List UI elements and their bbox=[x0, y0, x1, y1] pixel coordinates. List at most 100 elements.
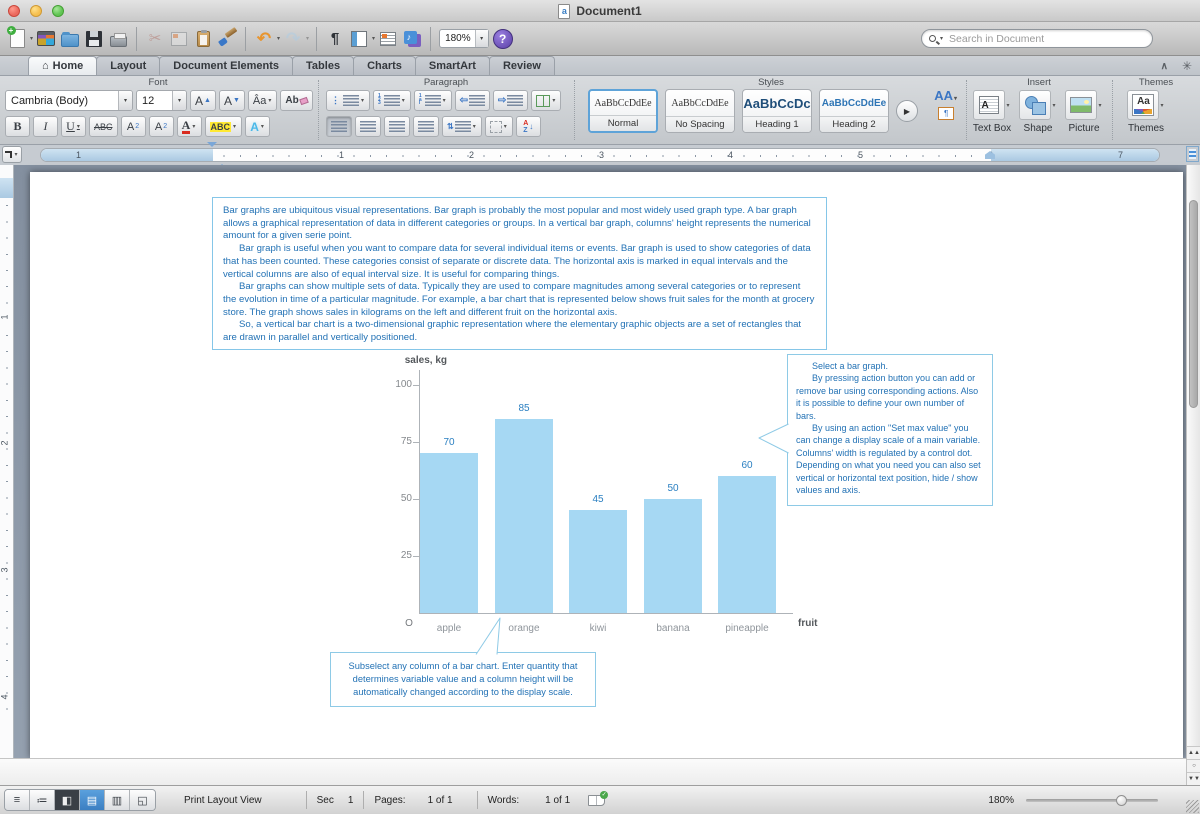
highlight-dropdown[interactable]: ▾ bbox=[233, 123, 236, 130]
draft-view-button[interactable]: ≡ bbox=[5, 790, 30, 810]
style-heading-1[interactable]: AaBbCcDc Heading 1 bbox=[742, 89, 812, 133]
indent-markers[interactable] bbox=[207, 147, 217, 159]
shape-dropdown[interactable]: ▾ bbox=[1052, 102, 1055, 109]
document-map-button[interactable] bbox=[376, 27, 400, 51]
text-effects-button[interactable]: A▾ bbox=[245, 116, 270, 137]
clear-formatting-button[interactable]: Ab bbox=[280, 90, 312, 111]
bar-banana[interactable] bbox=[644, 499, 702, 613]
collapse-ribbon-icon[interactable]: ∧ bbox=[1161, 61, 1168, 72]
superscript-button[interactable]: A2 bbox=[121, 116, 146, 137]
change-styles-button[interactable]: AA▾ bbox=[934, 88, 958, 103]
zoom-combo[interactable]: 180% ▾ bbox=[439, 29, 489, 48]
italic-button[interactable]: I bbox=[33, 116, 58, 137]
font-family-dropdown-arrow[interactable]: ▾ bbox=[118, 91, 132, 110]
bold-button[interactable]: B bbox=[5, 116, 30, 137]
spelling-status-icon[interactable] bbox=[588, 795, 605, 806]
help-button[interactable]: ? bbox=[491, 27, 515, 51]
themes-button[interactable]: Aa▾ Themes bbox=[1124, 90, 1168, 134]
open-button[interactable] bbox=[58, 27, 82, 51]
horizontal-scrollbar[interactable] bbox=[0, 758, 1186, 785]
tab-charts[interactable]: Charts bbox=[353, 56, 416, 75]
callout-bottom-text-box[interactable]: Subselect any column of a bar chart. Ent… bbox=[330, 652, 596, 707]
format-painter-button[interactable] bbox=[215, 27, 239, 51]
manage-styles-button[interactable]: ¶ bbox=[938, 107, 954, 120]
undo-button[interactable]: ↶ bbox=[252, 27, 276, 51]
insert-picture-button[interactable]: ▾ Picture bbox=[1062, 90, 1106, 134]
multilevel-list-button[interactable]: 1ai▾ bbox=[414, 90, 452, 111]
tab-document-elements[interactable]: Document Elements bbox=[159, 56, 293, 75]
cut-button[interactable]: ✂ bbox=[143, 27, 167, 51]
columns-dropdown[interactable]: ▾ bbox=[552, 97, 555, 104]
highlight-button[interactable]: ABC▾ bbox=[205, 116, 243, 137]
numbering-dropdown[interactable]: ▾ bbox=[402, 97, 405, 104]
redo-dropdown[interactable]: ▾ bbox=[306, 35, 309, 42]
bar-pineapple[interactable] bbox=[718, 476, 776, 613]
insert-shape-button[interactable]: ▾ Shape bbox=[1016, 90, 1060, 134]
save-button[interactable] bbox=[82, 27, 106, 51]
search-field[interactable]: ▾ bbox=[921, 29, 1153, 48]
multilevel-dropdown[interactable]: ▾ bbox=[443, 97, 446, 104]
align-center-button[interactable] bbox=[355, 116, 381, 137]
decrease-indent-button[interactable]: ⇦ bbox=[455, 90, 490, 111]
style-normal[interactable]: AaBbCcDdEe Normal bbox=[588, 89, 658, 133]
print-button[interactable] bbox=[106, 27, 130, 51]
font-color-dropdown[interactable]: ▾ bbox=[192, 123, 195, 130]
tab-review[interactable]: Review bbox=[489, 56, 555, 75]
first-line-indent-marker[interactable] bbox=[207, 142, 217, 164]
bullets-dropdown[interactable]: ▾ bbox=[361, 97, 364, 104]
show-paragraph-marks-button[interactable]: ¶ bbox=[323, 27, 347, 51]
style-heading-2[interactable]: AaBbCcDdEe Heading 2 bbox=[819, 89, 889, 133]
justify-button[interactable] bbox=[413, 116, 439, 137]
line-spacing-dropdown[interactable]: ▾ bbox=[473, 123, 476, 130]
tab-tables[interactable]: Tables bbox=[292, 56, 354, 75]
zoom-slider-thumb[interactable] bbox=[1116, 795, 1127, 806]
bar-apple[interactable] bbox=[420, 453, 478, 613]
text-effects-dropdown[interactable]: ▾ bbox=[261, 123, 264, 130]
zoom-dropdown-arrow[interactable]: ▾ bbox=[475, 30, 488, 47]
page-layout-button[interactable] bbox=[347, 27, 371, 51]
paste-button[interactable] bbox=[191, 27, 215, 51]
picture-dropdown[interactable]: ▾ bbox=[1098, 102, 1101, 109]
text-box-dropdown[interactable]: ▾ bbox=[1006, 102, 1009, 109]
borders-button[interactable]: ▾ bbox=[485, 116, 513, 137]
increase-indent-button[interactable]: ⇨ bbox=[493, 90, 528, 111]
font-color-button[interactable]: A▾ bbox=[177, 116, 202, 137]
previous-page-button[interactable]: ▲▲ bbox=[1187, 746, 1200, 759]
next-page-button[interactable]: ▼▼ bbox=[1187, 772, 1200, 785]
redo-button[interactable]: ↷ bbox=[281, 27, 305, 51]
new-document-dropdown[interactable]: ▾ bbox=[30, 35, 33, 42]
outline-view-button[interactable]: ≔ bbox=[30, 790, 55, 810]
strikethrough-button[interactable]: ABC bbox=[89, 116, 118, 137]
new-document-button[interactable] bbox=[5, 27, 29, 51]
media-browser-button[interactable] bbox=[400, 27, 424, 51]
bullets-button[interactable]: ⋮▾ bbox=[326, 90, 370, 111]
undo-dropdown[interactable]: ▾ bbox=[277, 35, 280, 42]
style-no-spacing[interactable]: AaBbCcDdEe No Spacing bbox=[665, 89, 735, 133]
copy-button[interactable] bbox=[167, 27, 191, 51]
zoom-slider[interactable] bbox=[1026, 799, 1158, 802]
window-resize-grip[interactable] bbox=[1186, 800, 1199, 813]
tab-smartart[interactable]: SmartArt bbox=[415, 56, 490, 75]
callout-right-text-box[interactable]: Select a bar graph. By pressing action b… bbox=[787, 354, 993, 506]
notebook-layout-view-button[interactable]: ▥ bbox=[105, 790, 130, 810]
grow-font-button[interactable]: A▲ bbox=[190, 90, 216, 111]
font-size-combo[interactable]: 12▾ bbox=[136, 90, 187, 111]
vertical-scrollbar[interactable] bbox=[1186, 165, 1200, 746]
publishing-layout-view-button[interactable]: ◧ bbox=[55, 790, 80, 810]
font-size-dropdown-arrow[interactable]: ▾ bbox=[172, 91, 186, 110]
bar-kiwi[interactable] bbox=[569, 510, 627, 613]
vertical-scrollbar-thumb[interactable] bbox=[1189, 200, 1198, 408]
align-left-button[interactable] bbox=[326, 116, 352, 137]
page-layout-dropdown[interactable]: ▾ bbox=[372, 35, 375, 42]
gallery-button[interactable] bbox=[34, 27, 58, 51]
subscript-button[interactable]: A2 bbox=[149, 116, 174, 137]
underline-button[interactable]: U▾ bbox=[61, 116, 86, 137]
sort-button[interactable]: AZ↓ bbox=[516, 116, 541, 137]
tab-home[interactable]: ⌂Home bbox=[28, 56, 97, 75]
info-text-box[interactable]: Bar graphs are ubiquitous visual represe… bbox=[212, 197, 827, 350]
vertical-ruler[interactable]: 1234 bbox=[0, 165, 14, 758]
ribbon-settings-gear-icon[interactable]: ✳ bbox=[1182, 59, 1192, 73]
document-page[interactable]: Bar graphs are ubiquitous visual represe… bbox=[30, 172, 1183, 758]
search-options-dropdown[interactable]: ▾ bbox=[940, 35, 943, 42]
align-right-button[interactable] bbox=[384, 116, 410, 137]
